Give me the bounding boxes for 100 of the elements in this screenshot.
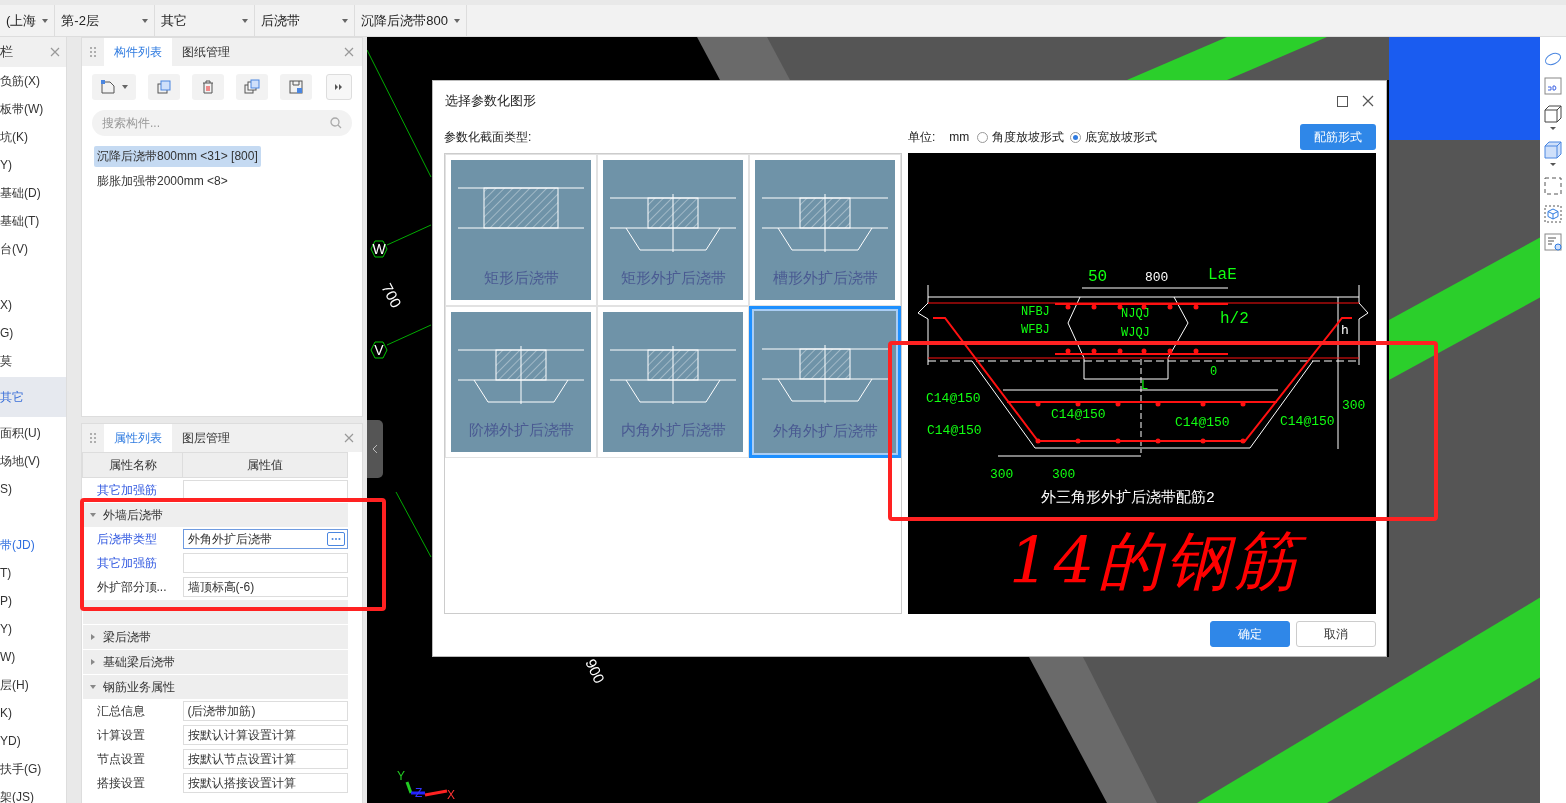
sidebar-item[interactable]: T): [0, 559, 66, 587]
dropdown[interactable]: 其它: [155, 5, 256, 36]
grid-line: [395, 491, 432, 558]
property-name: 其它加强筋: [95, 554, 158, 572]
dropdown[interactable]: 沉降后浇带800: [355, 5, 468, 36]
search-icon[interactable]: [330, 117, 342, 129]
copy-button[interactable]: [148, 74, 180, 100]
sidebar-item[interactable]: X): [0, 291, 66, 319]
new-component-button[interactable]: [92, 74, 136, 100]
drawing-label: C14@150: [926, 391, 981, 406]
dropdown[interactable]: 后浇带: [255, 5, 356, 36]
sidebar-item[interactable]: K): [0, 699, 66, 727]
list-settings-icon[interactable]: [1544, 233, 1562, 251]
drawing-label: h/2: [1220, 310, 1249, 328]
selection-box-icon[interactable]: [1544, 177, 1562, 195]
sidebar-item[interactable]: 莫: [0, 347, 66, 375]
sidebar-item[interactable]: G): [0, 319, 66, 347]
component-item[interactable]: 膨胀加强带2000mm <8>: [94, 171, 231, 192]
drawing-label: 300: [990, 467, 1014, 482]
search-field[interactable]: 搜索构件...: [92, 110, 352, 136]
group-name[interactable]: 基础梁后浇带: [102, 653, 175, 671]
view-2d-icon[interactable]: [1544, 77, 1562, 95]
sidebar-item[interactable]: YD): [0, 727, 66, 755]
sidebar-item[interactable]: 基础(D): [0, 179, 66, 207]
property-name: 外扩部分顶...: [95, 578, 168, 596]
property-value-field[interactable]: (后浇带加筋): [182, 701, 348, 721]
panel-tab[interactable]: 图层管理: [172, 424, 240, 452]
drag-handle-icon[interactable]: [90, 46, 96, 58]
cube-select-icon[interactable]: [1544, 205, 1562, 223]
sidebar-item[interactable]: 带(JD): [0, 531, 66, 559]
drawing-label: 800: [1145, 270, 1169, 285]
sidebar-item[interactable]: 其它: [0, 377, 66, 417]
panel-tab[interactable]: 图纸管理: [172, 38, 240, 66]
sidebar-item[interactable]: 坑(K): [0, 123, 66, 151]
sidebar-item[interactable]: 板带(W): [0, 95, 66, 123]
sidebar-item[interactable]: Y): [0, 615, 66, 643]
group-name[interactable]: 钢筋业务属性: [102, 678, 175, 696]
drawing-label: LaE: [1208, 266, 1237, 284]
close-icon[interactable]: [1362, 95, 1374, 107]
column-header: 属性值: [182, 452, 348, 478]
sidebar-item[interactable]: 基础(T): [0, 207, 66, 235]
panel-tab[interactable]: 构件列表: [104, 38, 172, 66]
axis-label: Z: [415, 786, 423, 800]
cancel-button[interactable]: 取消: [1296, 621, 1376, 647]
property-value-field[interactable]: 外角外扩后浇带: [182, 529, 348, 549]
drawing-label: L: [1141, 379, 1149, 393]
sidebar-item[interactable]: 扶手(G): [0, 755, 66, 783]
model-viewport[interactable]: [367, 37, 1540, 803]
panel-tab[interactable]: 属性列表: [104, 424, 172, 452]
expand-arrow-icon[interactable]: [89, 513, 96, 517]
drawing-label: 300: [1052, 467, 1076, 482]
drawing-label: C14@150: [1051, 407, 1106, 422]
layers-button[interactable]: [236, 74, 268, 100]
expand-button[interactable]: [326, 74, 352, 100]
expand-arrow-icon[interactable]: [90, 659, 95, 665]
double-arrow-icon: [335, 83, 343, 91]
property-value-field[interactable]: [182, 553, 348, 573]
property-value-field[interactable]: [182, 480, 348, 500]
property-value-field[interactable]: 墙顶标高(-6): [182, 577, 348, 597]
sidebar-item[interactable]: Y): [0, 151, 66, 179]
sidebar-item[interactable]: 架(JS): [0, 783, 66, 803]
sidebar-item[interactable]: 负筋(X): [0, 67, 66, 95]
radio-option[interactable]: 角度放坡形式: [977, 128, 1065, 146]
sidebar-item[interactable]: 面积(U): [0, 419, 66, 447]
component-item[interactable]: 沉降后浇带800mm <31> [800]: [94, 146, 261, 167]
expand-arrow-icon[interactable]: [90, 634, 95, 640]
sidebar-item[interactable]: W): [0, 643, 66, 671]
radio-option[interactable]: 底宽放坡形式: [1070, 128, 1158, 146]
dropdown[interactable]: 第-2层: [55, 5, 156, 36]
sidebar-item[interactable]: S): [0, 475, 66, 503]
delete-button[interactable]: [192, 74, 224, 100]
property-value-field[interactable]: 按默认节点设置计算: [182, 749, 348, 769]
drawing-label: 50: [1088, 268, 1108, 286]
drawing-label: WJQJ: [1121, 326, 1150, 340]
maximize-icon[interactable]: [1337, 95, 1348, 107]
property-name: 节点设置: [95, 750, 146, 768]
rebar-form-button[interactable]: 配筋形式: [1300, 124, 1376, 150]
property-value-field[interactable]: 按默认搭接设置计算: [182, 773, 348, 793]
sidebar-item[interactable]: 台(V): [0, 235, 66, 263]
sidebar-item[interactable]: 层(H): [0, 671, 66, 699]
property-name: 搭接设置: [95, 774, 146, 792]
group-name[interactable]: 梁后浇带: [102, 628, 151, 646]
drawing-label: C14@150: [1280, 414, 1335, 429]
group-name[interactable]: 外墙后浇带: [102, 506, 163, 524]
unit-value: mm: [949, 130, 970, 144]
drag-handle-icon[interactable]: [90, 432, 96, 444]
cube-icon[interactable]: [1544, 105, 1562, 131]
save-button[interactable]: [280, 74, 312, 100]
property-name: 后浇带类型: [95, 530, 158, 548]
property-value-field[interactable]: 按默认计算设置计算: [182, 725, 348, 745]
drawing-label: NFBJ: [1021, 305, 1050, 319]
orbit-icon[interactable]: [1544, 51, 1562, 67]
stacked-pages-icon: [244, 79, 260, 95]
sidebar-item[interactable]: P): [0, 587, 66, 615]
dropdown[interactable]: (上海: [0, 5, 56, 36]
more-button[interactable]: [326, 532, 345, 546]
sidebar-item[interactable]: 场地(V): [0, 447, 66, 475]
expand-arrow-icon[interactable]: [89, 685, 96, 689]
confirm-button[interactable]: 确定: [1210, 621, 1290, 647]
grid-line: [386, 324, 432, 346]
